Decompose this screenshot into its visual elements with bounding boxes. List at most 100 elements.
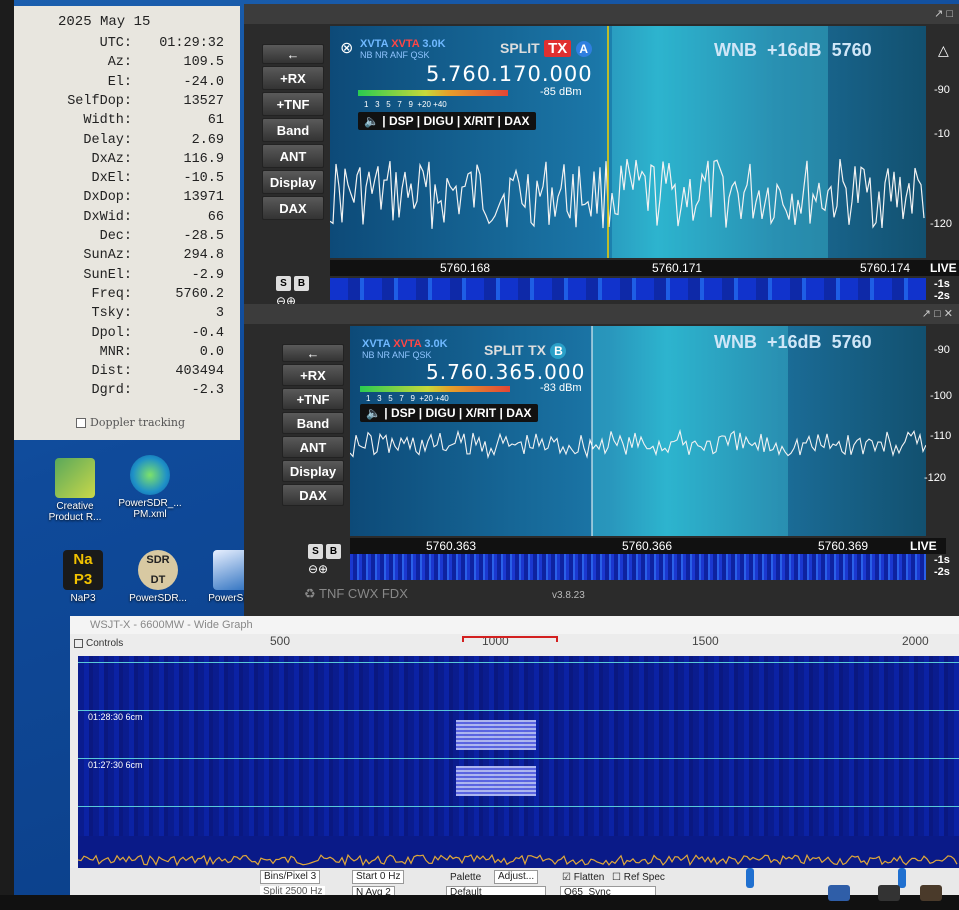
- s-meter-bar: [360, 386, 510, 392]
- nap3-icon: Na P3: [63, 550, 103, 590]
- tab-dax[interactable]: DAX: [504, 114, 529, 128]
- slice-letter-badge: A: [575, 41, 592, 57]
- tab-digu[interactable]: DIGU: [425, 406, 455, 420]
- doppler-row: Az: 109.5: [22, 55, 232, 74]
- period-separator: [78, 662, 959, 663]
- window-controls-icon[interactable]: ↗ □ ✕: [922, 307, 953, 320]
- ant-button[interactable]: ANT: [282, 436, 344, 458]
- slider-handle[interactable]: [746, 868, 754, 888]
- split-button[interactable]: SPLIT: [500, 40, 540, 56]
- tab-dsp[interactable]: DSP: [389, 114, 413, 128]
- display-button[interactable]: Display: [282, 460, 344, 482]
- start-frequency-spinner[interactable]: Start 0 Hz: [352, 870, 405, 884]
- s-button[interactable]: S: [308, 544, 323, 559]
- rx-frequency-marker[interactable]: [462, 636, 558, 642]
- tab-xrit[interactable]: X/RIT: [466, 406, 497, 420]
- tx-antenna-label[interactable]: XVTA: [393, 338, 421, 350]
- zoom-icons[interactable]: ⊖⊕: [308, 562, 328, 576]
- panadapter-a-side-buttons: ← +RX +TNF Band ANT Display DAX: [262, 42, 330, 222]
- doppler-row: SelfDop: 13527: [22, 94, 232, 113]
- b-button[interactable]: B: [326, 544, 341, 559]
- tx-button[interactable]: TX: [528, 342, 546, 358]
- rx-antenna-label[interactable]: XVTA: [360, 38, 388, 50]
- monitor-bezel: [0, 0, 14, 910]
- frequency-axis-b[interactable]: 5760.363 5760.366 5760.369 LIVE: [350, 538, 946, 554]
- doppler-row: UTC: 01:29:32: [22, 36, 232, 55]
- frequency-display[interactable]: 5.760.365.000: [426, 360, 585, 384]
- back-arrow-button[interactable]: ←: [282, 344, 344, 362]
- taskbar-app-icon[interactable]: [878, 885, 900, 901]
- checkbox-icon[interactable]: [74, 638, 83, 648]
- dbm-scale-label: -120: [924, 472, 947, 484]
- display-button[interactable]: Display: [262, 170, 324, 194]
- rf-gain-label[interactable]: +16dB: [767, 332, 822, 352]
- rf-gain-label[interactable]: +16dB: [767, 40, 822, 60]
- add-rx-button[interactable]: +RX: [262, 66, 324, 90]
- tab-dax[interactable]: DAX: [506, 406, 531, 420]
- bins-per-pixel-spinner[interactable]: Bins/Pixel 3: [260, 870, 321, 884]
- s-button[interactable]: S: [276, 276, 291, 291]
- back-arrow-button[interactable]: ←: [262, 44, 324, 64]
- tx-antenna-label[interactable]: XVTA: [391, 38, 419, 50]
- desktop-icon-creative-product[interactable]: Creative Product R...: [40, 458, 110, 523]
- tab-xrit[interactable]: X/RIT: [464, 114, 495, 128]
- taskbar-app-icon[interactable]: [920, 885, 942, 901]
- freq-tick: 500: [270, 634, 291, 648]
- doppler-row: SunAz: 294.8: [22, 248, 232, 267]
- panadapter-b-spectrum[interactable]: [350, 326, 926, 536]
- waterfall-b[interactable]: [350, 554, 926, 580]
- panadapter-b-side-buttons: ← +RX +TNF Band ANT Display DAX: [282, 342, 350, 508]
- flatten-checkbox[interactable]: ☑ Flatten: [562, 872, 604, 883]
- add-tnf-button[interactable]: +TNF: [262, 92, 324, 116]
- ant-button[interactable]: ANT: [262, 144, 324, 168]
- controls-checkbox[interactable]: Controls: [74, 638, 123, 649]
- band-button[interactable]: Band: [282, 412, 344, 434]
- scale-up-arrow-icon[interactable]: △: [938, 42, 949, 59]
- status-bar: ♻ TNF CWX FDX: [304, 586, 408, 602]
- filter-width-label[interactable]: 3.0K: [424, 338, 447, 350]
- controls-label: Controls: [86, 638, 124, 649]
- speaker-icon[interactable]: 🔈: [366, 406, 381, 420]
- doppler-row-label: SunAz:: [83, 248, 132, 264]
- frequency-axis-a[interactable]: 5760.168 5760.171 5760.174 LIVE: [330, 260, 959, 276]
- slice-tabs: 🔈 | DSP | DIGU | X/RIT | DAX: [360, 404, 538, 422]
- doppler-tracking-checkbox[interactable]: Doppler tracking: [76, 416, 185, 429]
- frequency-display[interactable]: 5.760.170.000: [426, 62, 593, 86]
- add-rx-button[interactable]: +RX: [282, 364, 344, 386]
- dax-button[interactable]: DAX: [262, 196, 324, 220]
- freq-tick: 5760.366: [622, 539, 673, 553]
- decoded-signal: [456, 720, 536, 750]
- add-tnf-button[interactable]: +TNF: [282, 388, 344, 410]
- doppler-row: Dec: -28.5: [22, 229, 232, 248]
- wnb-indicator[interactable]: WNB +16dB 5760: [714, 40, 872, 61]
- doppler-row: DxWid: 66: [22, 210, 232, 229]
- rx-antenna-label[interactable]: XVTA: [362, 338, 390, 350]
- checkbox-icon[interactable]: [76, 418, 86, 428]
- split-button[interactable]: SPLIT: [484, 342, 524, 358]
- wnb-indicator[interactable]: WNB +16dB 5760: [714, 332, 872, 353]
- filter-width-label[interactable]: 3.0K: [422, 38, 445, 50]
- tx-button[interactable]: TX: [544, 40, 572, 57]
- taskbar-app-icon[interactable]: [828, 885, 850, 901]
- waterfall-time: -2s: [934, 290, 950, 302]
- adjust-button[interactable]: Adjust...: [494, 870, 539, 884]
- speaker-icon[interactable]: 🔈: [364, 114, 379, 128]
- b-button[interactable]: B: [294, 276, 309, 291]
- dbm-scale-label: -90: [934, 344, 950, 356]
- doppler-date: 2025 May 15: [58, 14, 151, 30]
- ref-spec-checkbox[interactable]: ☐ Ref Spec: [612, 872, 665, 883]
- band-button[interactable]: Band: [262, 118, 324, 142]
- dax-button[interactable]: DAX: [282, 484, 344, 506]
- doppler-row-label: Dpol:: [91, 325, 132, 341]
- waterfall-a[interactable]: [330, 278, 926, 300]
- tab-digu[interactable]: DIGU: [423, 114, 453, 128]
- desktop-icon-powersdr-pm[interactable]: PowerSDR_... PM.xml: [115, 455, 185, 520]
- tab-dsp[interactable]: DSP: [391, 406, 415, 420]
- window-controls-icon[interactable]: ↗ □: [934, 7, 953, 20]
- desktop-icon-nap3[interactable]: Na P3 NaP3: [48, 550, 118, 604]
- desktop-icon-powersdr-dt[interactable]: SDR DT PowerSDR...: [123, 550, 193, 604]
- doppler-row-label: DxAz:: [91, 151, 132, 167]
- doppler-row-value: 294.8: [183, 248, 224, 264]
- close-icon[interactable]: ⊗: [340, 38, 353, 58]
- wsjt-waterfall[interactable]: 01:28:30 6cm 01:27:30 6cm: [78, 656, 959, 836]
